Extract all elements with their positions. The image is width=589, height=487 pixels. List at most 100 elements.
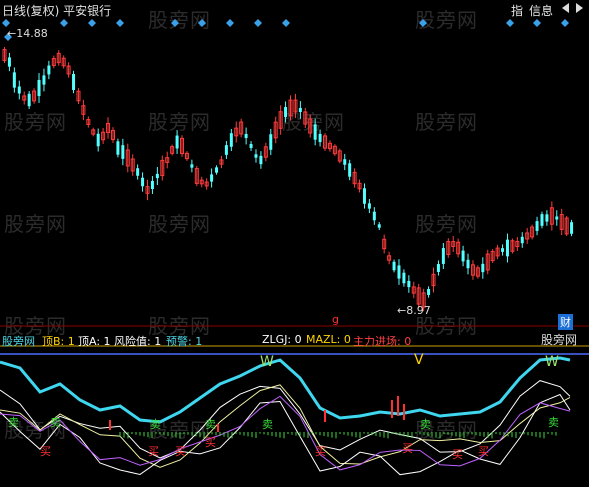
candle-body bbox=[570, 222, 574, 234]
ding-a-value: 顶A: 1 bbox=[78, 335, 111, 348]
candle-body bbox=[284, 107, 288, 117]
signal-diamonds bbox=[2, 19, 569, 41]
candle-body bbox=[505, 239, 509, 257]
v-signal: V bbox=[414, 352, 424, 368]
high-price-label: ←14.88 bbox=[7, 27, 48, 40]
candle-body bbox=[136, 168, 140, 176]
diamond-icon bbox=[2, 19, 10, 27]
candle-body bbox=[224, 145, 228, 155]
candle-body bbox=[259, 155, 263, 165]
indicator-name: 股旁网 bbox=[2, 335, 35, 348]
candle-body bbox=[298, 107, 302, 113]
candle-body bbox=[116, 141, 120, 155]
w-signal: W bbox=[545, 354, 559, 370]
diamond-icon bbox=[116, 19, 124, 27]
diamond-icon bbox=[282, 19, 290, 27]
candle-body bbox=[269, 134, 273, 150]
candle-body bbox=[244, 133, 248, 139]
candle-body bbox=[372, 211, 376, 221]
candle-body bbox=[7, 57, 11, 67]
candle-body bbox=[17, 86, 21, 94]
diamond-icon bbox=[254, 19, 262, 27]
candle-body bbox=[362, 188, 366, 204]
candle-body bbox=[249, 144, 253, 148]
candle-body bbox=[540, 214, 544, 226]
mazl-value: MAZL: 0 bbox=[306, 333, 351, 346]
diamond-icon bbox=[198, 19, 206, 27]
candle-body bbox=[535, 221, 539, 231]
diamond-icon bbox=[88, 19, 96, 27]
candle-body bbox=[555, 216, 559, 220]
candle-body bbox=[461, 250, 465, 262]
candle-body bbox=[42, 75, 46, 85]
buy-signal: 买 bbox=[402, 442, 413, 455]
buy-signal: 买 bbox=[175, 445, 186, 458]
buy-signal: 买 bbox=[40, 445, 51, 458]
candle-body bbox=[96, 133, 100, 147]
buy-signal: 买 bbox=[148, 445, 159, 458]
sell-signal: 卖 bbox=[262, 418, 273, 431]
buy-signal: 买 bbox=[315, 445, 326, 458]
candle-body bbox=[520, 236, 524, 244]
candle-body bbox=[37, 79, 41, 97]
diamond-icon bbox=[226, 19, 234, 27]
sell-signal: 卖 bbox=[8, 416, 19, 429]
candle-body bbox=[481, 263, 485, 273]
candle-body bbox=[313, 124, 317, 140]
candle-body bbox=[436, 264, 440, 272]
candle-body bbox=[229, 133, 233, 147]
alert-value: 预警: 1 bbox=[166, 335, 203, 348]
low-price-value: 8.97 bbox=[406, 304, 431, 317]
diamond-icon bbox=[60, 19, 68, 27]
candle-body bbox=[466, 259, 470, 269]
candle-body bbox=[348, 163, 352, 177]
candle-body bbox=[397, 265, 401, 279]
candle-body bbox=[343, 159, 347, 165]
candle-body bbox=[318, 133, 322, 143]
candle-body bbox=[407, 280, 411, 288]
sell-signal: 卖 bbox=[50, 416, 61, 429]
candle-body bbox=[377, 224, 381, 228]
sell-signal: 卖 bbox=[150, 418, 161, 431]
candle-body bbox=[545, 214, 549, 222]
candle-body bbox=[441, 248, 445, 264]
zlgj-value: ZLGJ: 0 bbox=[262, 333, 302, 346]
diamond-icon bbox=[561, 19, 569, 27]
top-signal: g bbox=[332, 313, 339, 326]
candle-body bbox=[175, 135, 179, 149]
chart-canvas[interactable]: W V W买买买买买买买买卖卖卖卖卖卖卖g bbox=[0, 0, 589, 487]
sell-signal: 卖 bbox=[205, 418, 216, 431]
sell-signal: 卖 bbox=[548, 416, 559, 429]
sell-signal: 卖 bbox=[420, 418, 431, 431]
buy-signal: 买 bbox=[205, 436, 216, 449]
candle-body bbox=[210, 174, 214, 182]
main-entry-value: 主力进场: 0 bbox=[353, 335, 412, 348]
low-price-label: ←8.97 bbox=[397, 304, 431, 317]
candle-body bbox=[254, 154, 258, 158]
candlestick-series bbox=[2, 46, 574, 312]
buy-signal: 买 bbox=[478, 445, 489, 458]
candle-body bbox=[427, 289, 431, 295]
candle-body bbox=[392, 261, 396, 271]
panel-source-label: 股旁网 bbox=[540, 333, 577, 347]
diamond-icon bbox=[419, 19, 427, 27]
candle-body bbox=[27, 93, 31, 107]
candle-body bbox=[72, 74, 76, 90]
diamond-icon bbox=[533, 19, 541, 27]
buy-signal: 买 bbox=[452, 448, 463, 461]
candle-body bbox=[47, 65, 51, 75]
candle-body bbox=[150, 180, 154, 190]
finance-badge[interactable]: 财 bbox=[558, 314, 573, 330]
risk-value: 风险值: 1 bbox=[114, 335, 162, 348]
candle-body bbox=[121, 145, 125, 159]
diamond-icon bbox=[506, 19, 514, 27]
candle-body bbox=[141, 177, 145, 187]
ding-b-value: 顶B: 1 bbox=[42, 335, 75, 348]
candle-body bbox=[367, 203, 371, 209]
candle-body bbox=[190, 164, 194, 168]
candle-body bbox=[402, 272, 406, 284]
candle-body bbox=[215, 167, 219, 173]
candle-body bbox=[501, 248, 505, 252]
high-price-value: 14.88 bbox=[16, 27, 48, 40]
diamond-icon bbox=[171, 19, 179, 27]
